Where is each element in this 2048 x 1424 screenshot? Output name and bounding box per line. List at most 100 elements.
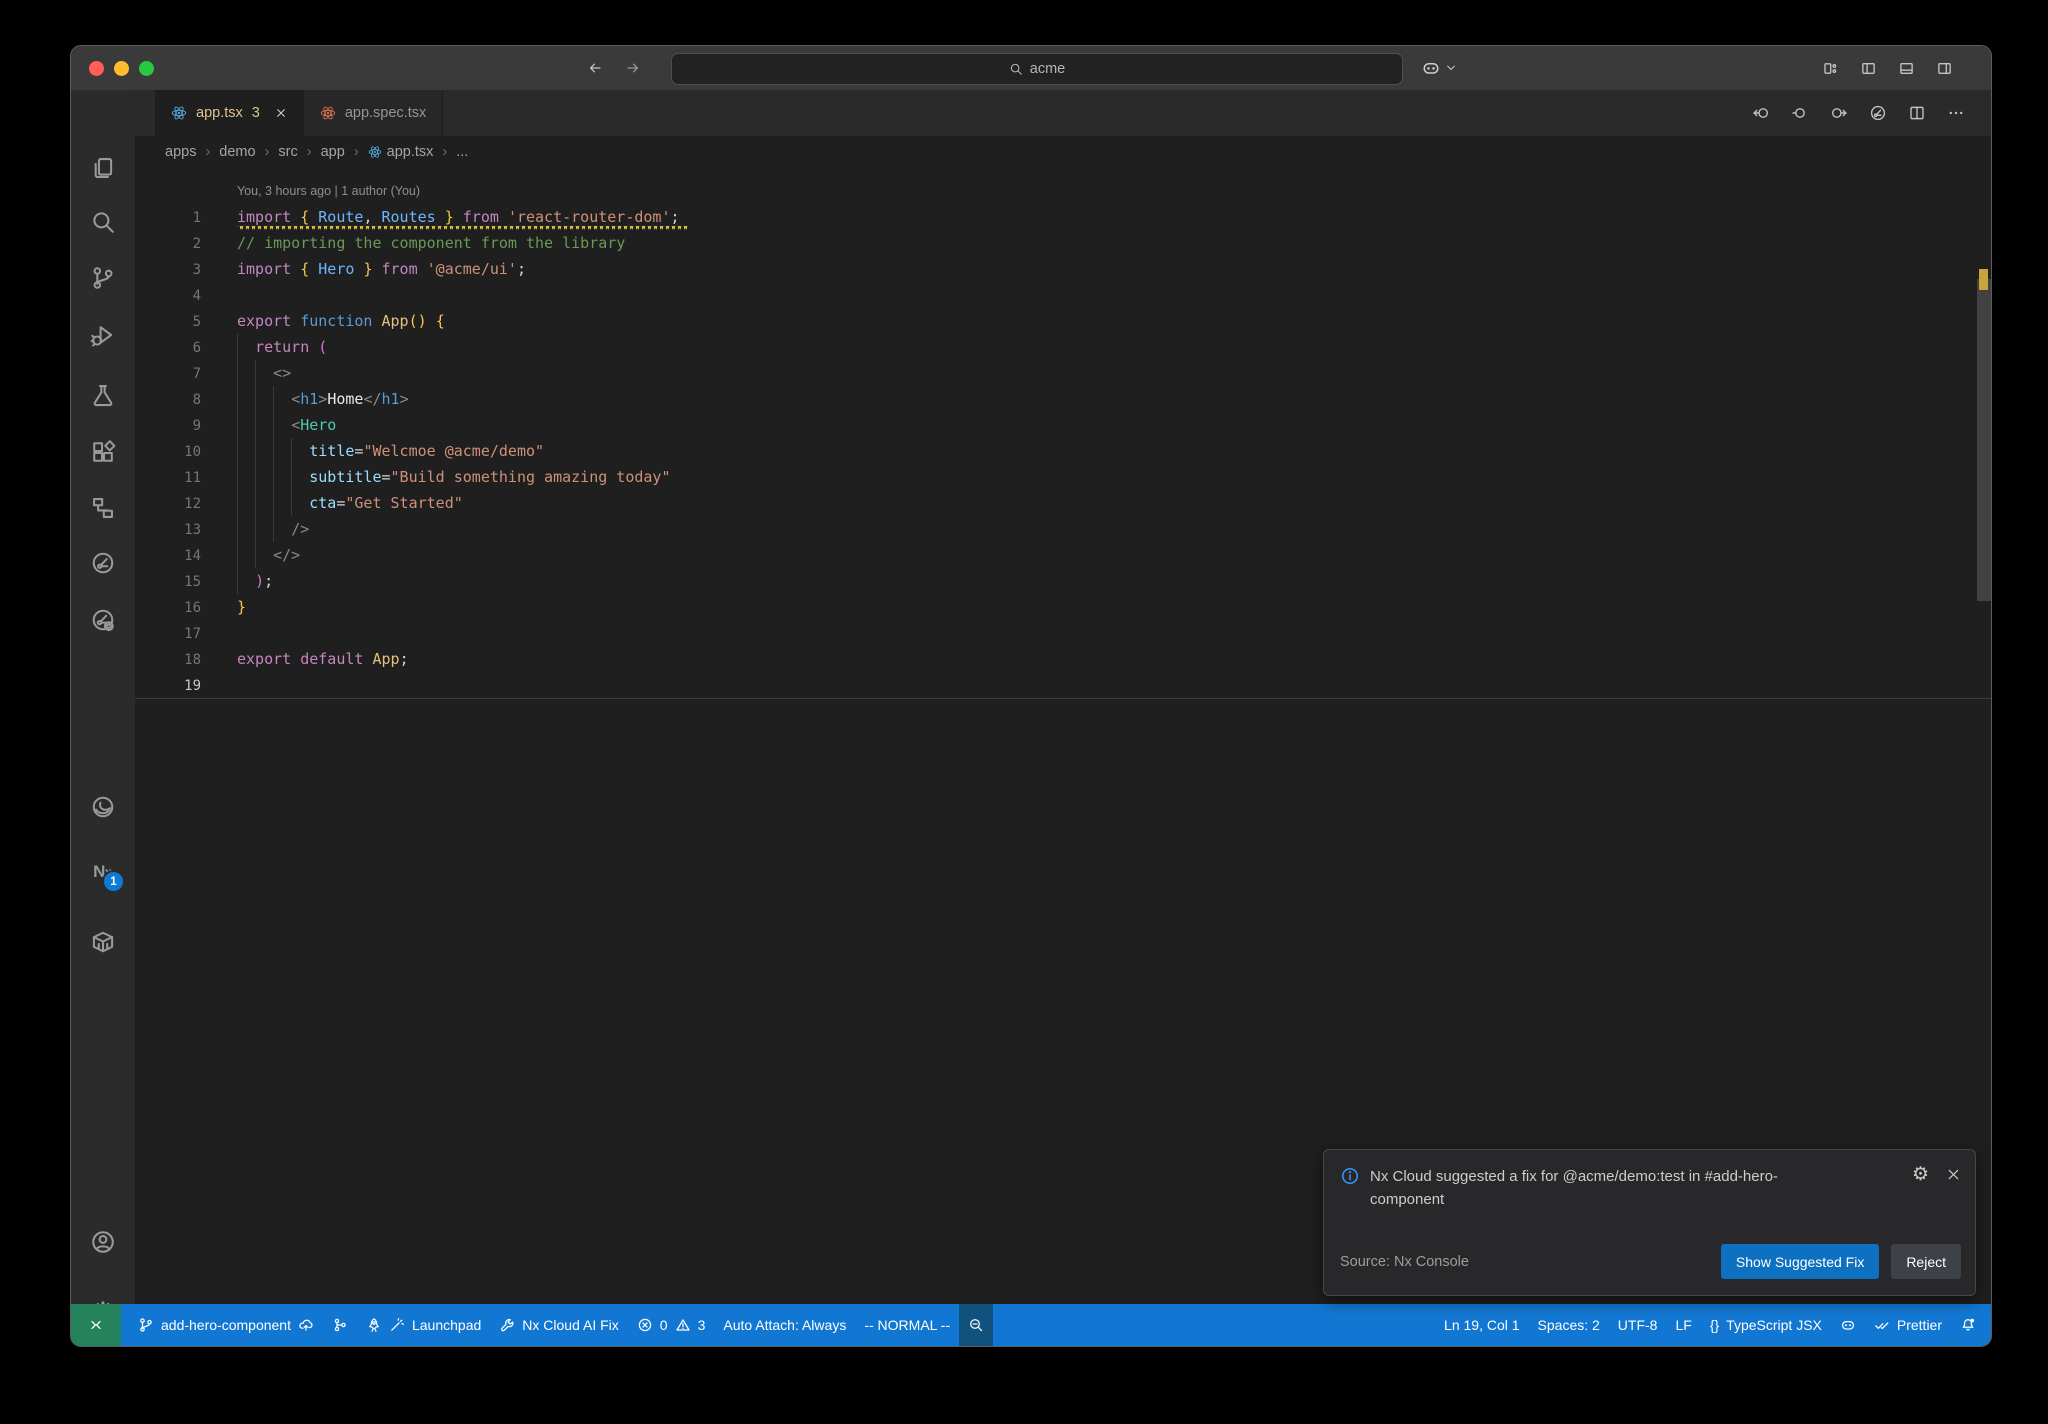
- line-number[interactable]: 4: [135, 283, 201, 309]
- language-mode-item[interactable]: {} TypeScript JSX: [1701, 1304, 1831, 1346]
- breadcrumb-item-app.tsx[interactable]: app.tsx: [368, 144, 433, 160]
- code-line-11[interactable]: 11 subtitle="Build something amazing tod…: [135, 464, 1991, 490]
- code-line-1[interactable]: 1 import { Route, Routes } from 'react-ro…: [135, 204, 1991, 230]
- encoding-item[interactable]: UTF-8: [1609, 1304, 1667, 1346]
- code-line-14[interactable]: 14 </>: [135, 542, 1991, 568]
- code-line-15[interactable]: 15 );: [135, 568, 1991, 594]
- toggle-secondary-sidebar-button[interactable]: [1936, 60, 1953, 77]
- line-number[interactable]: 7: [135, 361, 201, 387]
- close-window-button[interactable]: [89, 61, 104, 76]
- code-line-5[interactable]: 5 export function App() {: [135, 308, 1991, 334]
- line-number[interactable]: 17: [135, 621, 201, 647]
- nav-location-circle-icon[interactable]: [1791, 104, 1809, 122]
- code-line-8[interactable]: 8 <h1>Home</h1>: [135, 386, 1991, 412]
- breadcrumb-item-demo[interactable]: demo: [219, 144, 255, 160]
- activity-watch-tasks[interactable]: [88, 605, 118, 635]
- activity-source-control[interactable]: [88, 263, 118, 293]
- code-line-6[interactable]: 6 return (: [135, 334, 1991, 360]
- line-number[interactable]: 3: [135, 257, 201, 283]
- line-number[interactable]: 12: [135, 491, 201, 517]
- code-line-3[interactable]: 3 import { Hero } from '@acme/ui';: [135, 256, 1991, 282]
- auto-attach-item[interactable]: Auto Attach: Always: [714, 1304, 855, 1346]
- activity-explorer[interactable]: [88, 153, 118, 183]
- notification-close-icon[interactable]: [1946, 1167, 1961, 1182]
- line-number[interactable]: 14: [135, 543, 201, 569]
- tab-app.spec.tsx[interactable]: app.spec.tsx: [303, 90, 444, 136]
- close-tab-icon[interactable]: [275, 107, 287, 119]
- copilot-status-item[interactable]: [1831, 1304, 1865, 1346]
- git-branch-item[interactable]: add-hero-component: [129, 1304, 323, 1346]
- breadcrumb-item-...[interactable]: ...: [456, 144, 468, 160]
- split-editor-icon[interactable]: [1908, 104, 1926, 122]
- breadcrumb-item-src[interactable]: src: [278, 144, 297, 160]
- line-number[interactable]: 18: [135, 647, 201, 673]
- notification-settings-icon[interactable]: ⚙: [1912, 1165, 1929, 1184]
- code-line-12[interactable]: 12 cta="Get Started": [135, 490, 1991, 516]
- code-line-9[interactable]: 9 <Hero: [135, 412, 1991, 438]
- activity-nx-console[interactable]: N» 1: [88, 857, 125, 893]
- nav-back-circle-icon[interactable]: [1752, 104, 1770, 122]
- activity-run-and-debug[interactable]: [88, 320, 118, 350]
- zoom-out-item[interactable]: [959, 1304, 994, 1346]
- nav-forward-icon[interactable]: [625, 60, 641, 76]
- code-line-17[interactable]: 17: [135, 620, 1991, 646]
- editor-scrollbar[interactable]: [1977, 168, 1991, 1304]
- line-number[interactable]: 9: [135, 413, 201, 439]
- cursor-position-item[interactable]: Ln 19, Col 1: [1435, 1304, 1529, 1346]
- notifications-bell-item[interactable]: [1951, 1304, 1985, 1346]
- prettier-item[interactable]: Prettier: [1865, 1304, 1951, 1346]
- editor-pane[interactable]: You, 3 hours ago | 1 author (You) 1 impor…: [135, 168, 1991, 1304]
- line-number[interactable]: 15: [135, 569, 201, 595]
- indentation-item[interactable]: Spaces: 2: [1529, 1304, 1609, 1346]
- zoom-window-button[interactable]: [139, 61, 154, 76]
- copilot-menu[interactable]: [1421, 46, 1457, 90]
- scrollbar-thumb[interactable]: [1977, 279, 1991, 601]
- breadcrumb-item-app[interactable]: app: [321, 144, 345, 160]
- nav-back-icon[interactable]: [587, 60, 603, 76]
- toggle-primary-sidebar-button[interactable]: [1860, 60, 1877, 77]
- code-line-7[interactable]: 7 <>: [135, 360, 1991, 386]
- activity-run-tasks[interactable]: [88, 548, 118, 578]
- launchpad-item[interactable]: Launchpad: [357, 1304, 490, 1346]
- git-graph-item[interactable]: [323, 1304, 357, 1346]
- code-line-4[interactable]: 4: [135, 282, 1991, 308]
- vim-mode-item[interactable]: -- NORMAL --: [855, 1304, 959, 1346]
- activity-extensions[interactable]: [88, 437, 118, 467]
- tab-app.tsx[interactable]: app.tsx 3: [155, 90, 304, 136]
- code-line-2[interactable]: 2 // importing the component from the lib…: [135, 230, 1991, 256]
- activity-containers[interactable]: [88, 927, 118, 957]
- activity-edge-browser[interactable]: [88, 792, 118, 822]
- line-number[interactable]: 8: [135, 387, 201, 413]
- more-actions-icon[interactable]: [1947, 104, 1965, 122]
- command-center-search[interactable]: acme: [671, 53, 1403, 85]
- line-number[interactable]: 2: [135, 231, 201, 257]
- problems-item[interactable]: 03: [628, 1304, 715, 1346]
- line-number[interactable]: 10: [135, 439, 201, 465]
- nav-forward-circle-icon[interactable]: [1830, 104, 1848, 122]
- line-number[interactable]: 19: [135, 673, 201, 699]
- line-number[interactable]: 13: [135, 517, 201, 543]
- line-number[interactable]: 5: [135, 309, 201, 335]
- breadcrumb-item-apps[interactable]: apps: [165, 144, 196, 160]
- code-line-19[interactable]: 19: [135, 672, 1991, 699]
- activity-testing[interactable]: [88, 380, 118, 410]
- run-project-graph-icon[interactable]: [1869, 104, 1887, 122]
- code-line-13[interactable]: 13 />: [135, 516, 1991, 542]
- line-number[interactable]: 1: [135, 205, 201, 231]
- reject-button[interactable]: Reject: [1891, 1244, 1961, 1279]
- activity-accounts[interactable]: [88, 1227, 118, 1257]
- customize-layout-button[interactable]: [1822, 60, 1839, 77]
- code-line-10[interactable]: 10 title="Welcmoe @acme/demo": [135, 438, 1991, 464]
- minimize-window-button[interactable]: [114, 61, 129, 76]
- show-suggested-fix-button[interactable]: Show Suggested Fix: [1720, 1244, 1880, 1279]
- nx-cloud-fix-item[interactable]: Nx Cloud AI Fix: [490, 1304, 627, 1346]
- eol-item[interactable]: LF: [1666, 1304, 1700, 1346]
- line-number[interactable]: 11: [135, 465, 201, 491]
- code-line-18[interactable]: 18 export default App;: [135, 646, 1991, 672]
- activity-search[interactable]: [88, 207, 118, 237]
- line-number[interactable]: 16: [135, 595, 201, 621]
- activity-project-graph[interactable]: [88, 493, 118, 523]
- toggle-panel-button[interactable]: [1898, 60, 1915, 77]
- code-line-16[interactable]: 16}: [135, 594, 1991, 620]
- line-number[interactable]: 6: [135, 335, 201, 361]
